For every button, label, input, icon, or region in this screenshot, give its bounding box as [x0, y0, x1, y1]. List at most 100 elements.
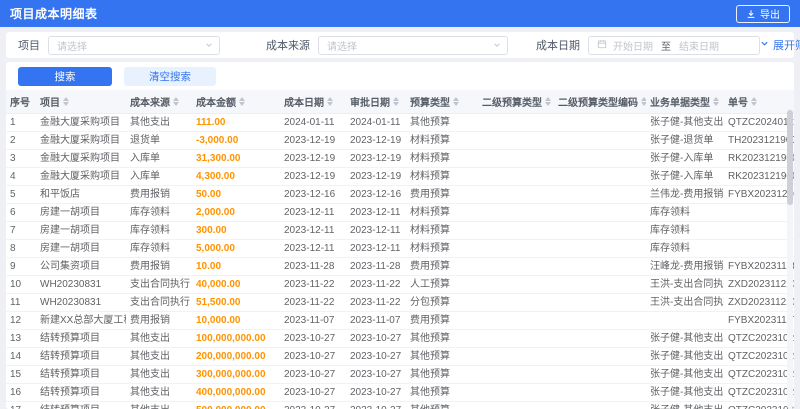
cell-cost-date: 2023-10-27: [280, 401, 346, 409]
expand-filters-link[interactable]: 展开筛选: [760, 37, 800, 53]
cell-secondary-budget-type-code: [554, 293, 646, 312]
cell-index: 14: [6, 347, 36, 366]
cell-doc-number: RK20231219003: [724, 149, 794, 168]
cell-index: 15: [6, 365, 36, 384]
cell-cost-amount: 2,000.00: [192, 203, 280, 222]
project-select[interactable]: 请选择: [48, 35, 220, 55]
cell-secondary-budget-type-code: [554, 275, 646, 294]
cell-index: 11: [6, 293, 36, 312]
cost-source-select[interactable]: 请选择: [318, 35, 508, 55]
cell-secondary-budget-type-code: [554, 383, 646, 402]
table-header-row: 序号 项目 成本来源 成本金额 成本日期 审批日期 预算类型 二级预算类型 二级预算类型编码 业务…: [6, 90, 794, 114]
cell-secondary-budget-type: [478, 275, 554, 294]
cell-cost-amount: 5,000.00: [192, 239, 280, 258]
cell-secondary-budget-type: [478, 203, 554, 222]
column-header-secondary-budget-type[interactable]: 二级预算类型: [478, 90, 554, 114]
page-title: 项目成本明细表: [10, 7, 98, 21]
cell-doc-number: ZXD20231122002: [724, 275, 794, 294]
cell-secondary-budget-type-code: [554, 185, 646, 204]
cost-source-select-placeholder: 请选择: [327, 41, 357, 53]
cell-cost-date: 2023-11-22: [280, 293, 346, 312]
column-header-approval-date[interactable]: 审批日期: [346, 90, 406, 114]
cell-doc-number: RK20231219002: [724, 167, 794, 186]
cell-index: 3: [6, 149, 36, 168]
cell-cost-amount: 100,000,000.00: [192, 329, 280, 348]
cell-budget-type: 材料预算: [406, 149, 478, 168]
cell-project: 金融大厦采购项目: [36, 167, 126, 186]
cell-budget-type: 分包预算: [406, 293, 478, 312]
cell-cost-date: 2023-12-11: [280, 239, 346, 258]
cell-approval-date: 2023-11-22: [346, 293, 406, 312]
cell-secondary-budget-type-code: [554, 347, 646, 366]
column-header-project[interactable]: 项目: [36, 90, 126, 114]
cell-budget-type: 其他预算: [406, 383, 478, 402]
column-header-index: 序号: [6, 90, 36, 114]
start-date-input[interactable]: 开始日期: [613, 38, 653, 53]
cell-cost-date: 2023-10-27: [280, 365, 346, 384]
cell-approval-date: 2023-10-27: [346, 365, 406, 384]
column-header-cost-amount[interactable]: 成本金额: [192, 90, 280, 114]
cell-secondary-budget-type-code: [554, 203, 646, 222]
cell-business-doc-type: 汪峰龙-费用报销: [646, 257, 724, 276]
cell-budget-type: 其他预算: [406, 401, 478, 409]
cell-index: 9: [6, 257, 36, 276]
column-header-budget-type[interactable]: 预算类型: [406, 90, 478, 114]
column-header-cost-source[interactable]: 成本来源: [126, 90, 192, 114]
project-select-placeholder: 请选择: [57, 41, 87, 53]
cell-business-doc-type: [646, 311, 724, 330]
app-header: 项目成本明细表 导出: [0, 0, 800, 27]
cell-cost-amount: 500,000,000.00: [192, 401, 280, 409]
cell-project: WH20230831: [36, 275, 126, 294]
cell-cost-source: 其他支出: [126, 347, 192, 366]
cell-doc-number: QTZC20231027005: [724, 383, 794, 402]
cell-approval-date: 2024-01-11: [346, 113, 406, 132]
column-header-doc-number[interactable]: 单号: [724, 90, 794, 114]
cell-secondary-budget-type-code: [554, 167, 646, 186]
cell-index: 5: [6, 185, 36, 204]
scrollbar-thumb[interactable]: [787, 110, 793, 205]
cell-project: 房建一胡项目: [36, 221, 126, 240]
table-row: 8 房建一胡项目 库存领料 5,000.00 2023-12-11 2023-12-11 材…: [6, 239, 794, 258]
cell-cost-source: 库存领料: [126, 203, 192, 222]
search-button[interactable]: 搜索: [18, 67, 112, 86]
table-row: 11 WH20230831 支出合同执行 51,500.00 2023-11-22 202…: [6, 293, 794, 312]
cost-date-range-picker[interactable]: 开始日期 至 结束日期: [588, 35, 760, 55]
cell-project: 公司集资项目: [36, 257, 126, 276]
cell-secondary-budget-type-code: [554, 131, 646, 150]
sort-icon: [173, 97, 179, 106]
cell-cost-amount: 300,000,000.00: [192, 365, 280, 384]
end-date-input[interactable]: 结束日期: [679, 38, 719, 53]
cell-secondary-budget-type: [478, 401, 554, 409]
cell-approval-date: 2023-10-27: [346, 383, 406, 402]
cell-cost-source: 其他支出: [126, 383, 192, 402]
content-card: 搜索 清空搜索 序号 项目 成本来源 成本金额 成本日期 审批日期 预算类型 二级预算类型 二级…: [6, 62, 794, 409]
export-button[interactable]: 导出: [736, 4, 790, 23]
cell-budget-type: 材料预算: [406, 239, 478, 258]
cell-approval-date: 2023-12-19: [346, 149, 406, 168]
cell-cost-source: 入库单: [126, 167, 192, 186]
cell-project: 房建一胡项目: [36, 239, 126, 258]
cell-cost-source: 费用报销: [126, 257, 192, 276]
vertical-scrollbar[interactable]: [787, 108, 793, 409]
cell-doc-number: FYBX20231216001: [724, 185, 794, 204]
cell-secondary-budget-type: [478, 383, 554, 402]
column-header-secondary-budget-type-code[interactable]: 二级预算类型编码: [554, 90, 646, 114]
clear-search-button[interactable]: 清空搜索: [124, 67, 216, 86]
cell-business-doc-type: 王洪-支出合同执行: [646, 293, 724, 312]
cell-budget-type: 材料预算: [406, 221, 478, 240]
table-row: 13 结转预算项目 其他支出 100,000,000.00 2023-10-27 2023…: [6, 329, 794, 348]
cell-business-doc-type: 张子健-其他支出: [646, 113, 724, 132]
cell-cost-amount: 40,000.00: [192, 275, 280, 294]
cell-doc-number: [724, 239, 794, 258]
cell-cost-source: 其他支出: [126, 365, 192, 384]
column-header-business-doc-type[interactable]: 业务单据类型: [646, 90, 724, 114]
cell-secondary-budget-type-code: [554, 239, 646, 258]
cell-business-doc-type: 张子健-其他支出: [646, 365, 724, 384]
cell-business-doc-type: 张子健-其他支出: [646, 329, 724, 348]
cell-business-doc-type: 张子健-退货单: [646, 131, 724, 150]
sort-icon: [393, 97, 399, 106]
cell-business-doc-type: 张子健-其他支出: [646, 347, 724, 366]
cell-secondary-budget-type: [478, 239, 554, 258]
cell-index: 10: [6, 275, 36, 294]
column-header-cost-date[interactable]: 成本日期: [280, 90, 346, 114]
